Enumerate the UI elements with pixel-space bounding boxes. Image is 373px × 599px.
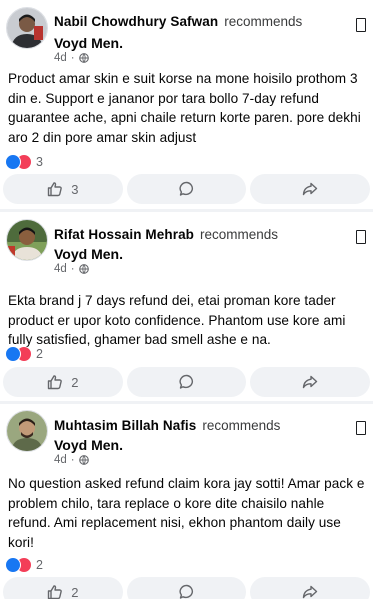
reaction-summary[interactable]: 2: [5, 346, 43, 362]
globe-icon: [78, 455, 89, 465]
globe-icon: [78, 264, 89, 274]
post-body: No question asked refund claim kora jay …: [8, 476, 365, 550]
save-post-icon[interactable]: [356, 230, 366, 244]
like-button[interactable]: 2: [3, 367, 123, 397]
page-name[interactable]: Voyd Men.: [54, 246, 123, 262]
reaction-count: 2: [36, 347, 43, 361]
page-name[interactable]: Voyd Men.: [54, 35, 123, 51]
page-name[interactable]: Voyd Men.: [54, 437, 123, 453]
author-name[interactable]: Muhtasim Billah Nafis: [54, 418, 196, 433]
avatar[interactable]: [6, 7, 48, 49]
post-actions: 2: [3, 367, 371, 397]
like-reaction-icon: [5, 154, 21, 170]
thumbs-up-icon: [48, 375, 63, 390]
recommends-label: recommends: [202, 418, 281, 433]
post-card: Nabil Chowdhury Safwan recommends Voyd Me…: [0, 0, 373, 209]
thumbs-up-icon: [48, 585, 63, 599]
recommends-label: recommends: [200, 227, 279, 242]
comment-icon: [178, 584, 193, 599]
author-name[interactable]: Rifat Hossain Mehrab: [54, 227, 194, 242]
post-card: Muhtasim Billah Nafis recommends Voyd Men…: [0, 404, 373, 599]
save-post-icon[interactable]: [356, 421, 366, 435]
avatar[interactable]: [6, 410, 48, 452]
post-actions: 3: [3, 174, 371, 204]
share-icon: [302, 585, 318, 599]
reaction-summary[interactable]: 2: [5, 557, 43, 573]
author-name[interactable]: Nabil Chowdhury Safwan: [54, 14, 218, 29]
save-post-icon[interactable]: [356, 18, 366, 32]
share-icon: [302, 375, 318, 389]
like-count: 2: [71, 584, 79, 599]
reaction-count: 3: [36, 155, 43, 169]
share-button[interactable]: [250, 367, 371, 397]
like-reaction-icon: [5, 346, 21, 362]
post-time[interactable]: 4d: [54, 263, 67, 275]
share-icon: [302, 182, 318, 196]
post-header: Rifat Hossain Mehrab recommends: [54, 227, 278, 242]
post-body: Ekta brand j 7 days refund dei, etai pro…: [8, 293, 346, 347]
like-count: 3: [71, 181, 79, 197]
reaction-summary[interactable]: 3: [5, 154, 43, 170]
avatar[interactable]: [6, 219, 48, 261]
post-meta: 4d ·: [54, 263, 89, 275]
like-reaction-icon: [5, 557, 21, 573]
comment-button[interactable]: [126, 174, 247, 204]
post-card: Rifat Hossain Mehrab recommends Voyd Men.…: [0, 212, 373, 401]
post-header: Muhtasim Billah Nafis recommends: [54, 418, 280, 433]
globe-icon: [78, 53, 89, 63]
recommends-label: recommends: [224, 14, 303, 29]
post-time[interactable]: 4d: [54, 52, 67, 64]
post-meta: 4d ·: [54, 52, 89, 64]
post-header: Nabil Chowdhury Safwan recommends: [54, 14, 302, 29]
like-count: 2: [71, 374, 79, 390]
post-time[interactable]: 4d: [54, 454, 67, 466]
share-button[interactable]: [250, 174, 371, 204]
like-button[interactable]: 3: [3, 174, 123, 204]
post-body: Product amar skin e suit korse na mone h…: [8, 71, 361, 145]
comment-button[interactable]: [126, 367, 247, 397]
thumbs-up-icon: [48, 182, 63, 197]
post-actions: 2: [3, 577, 371, 599]
like-button[interactable]: 2: [3, 577, 123, 599]
comment-button[interactable]: [126, 577, 247, 599]
comment-icon: [178, 374, 193, 389]
comment-icon: [178, 181, 193, 196]
reaction-count: 2: [36, 558, 43, 572]
share-button[interactable]: [250, 577, 371, 599]
post-meta: 4d ·: [54, 454, 89, 466]
